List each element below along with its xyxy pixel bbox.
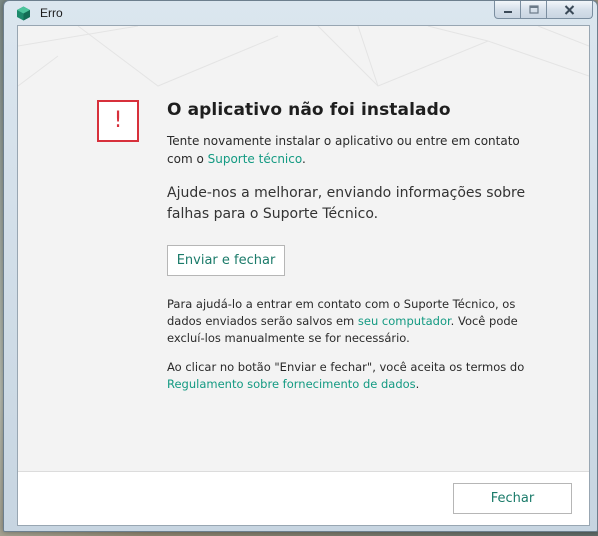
error-message-end: .	[301, 152, 306, 166]
info-text: Para ajudá-lo a entrar em contato com o …	[167, 296, 527, 347]
app-logo-icon	[17, 6, 30, 21]
maximize-button[interactable]	[521, 1, 547, 19]
help-text: Ajude-nos a melhorar, enviando informaçõ…	[167, 185, 526, 222]
your-computer-link[interactable]: seu computador	[358, 314, 451, 328]
send-and-close-button[interactable]: Enviar e fechar	[167, 245, 285, 276]
error-icon: !	[97, 100, 139, 142]
close-button[interactable]: Fechar	[453, 483, 572, 514]
minimize-icon	[503, 10, 512, 13]
terms-text-end: .	[415, 377, 420, 391]
support-link[interactable]: Suporte técnico	[208, 152, 302, 166]
error-heading: O aplicativo não foi instalado	[167, 100, 451, 120]
terms-text-part1: Ao clicar no botão "Enviar e fechar", vo…	[167, 360, 525, 374]
app-window: Erro ! O aplicativo não foi instalado Te…	[3, 0, 598, 532]
terms-text: Ao clicar no botão "Enviar e fechar", vo…	[167, 359, 547, 393]
background-pattern	[18, 26, 589, 87]
data-regulation-link[interactable]: Regulamento sobre fornecimento de dados	[167, 377, 416, 391]
minimize-button[interactable]	[494, 1, 521, 19]
close-window-button[interactable]	[547, 1, 593, 19]
close-icon	[564, 4, 575, 15]
dialog-footer: Fechar	[18, 471, 589, 525]
maximize-icon	[528, 5, 539, 14]
window-controls	[494, 1, 593, 20]
window-title: Erro	[40, 6, 63, 20]
title-bar[interactable]: Erro	[4, 1, 597, 25]
error-message: Tente novamente instalar o aplicativo ou…	[167, 132, 527, 168]
dialog-body: ! O aplicativo não foi instalado Tente n…	[17, 25, 590, 526]
